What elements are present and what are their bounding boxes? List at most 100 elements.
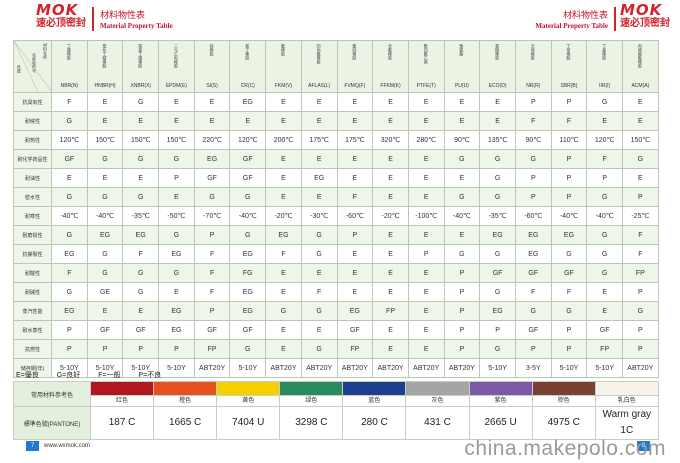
table-cell: E [372,282,409,302]
table-cell: E [336,92,374,112]
table-cell: G [265,301,302,321]
table-cell: E [300,263,338,283]
table-cell: -40℃ [229,206,267,226]
column-material-code: FFKM(K) [380,83,401,89]
table-cell: P [622,320,659,340]
table-cell: G [514,301,552,321]
corner-cell: 材料名称 名称和符号 性能 [13,40,52,93]
table-cell: P [550,92,588,112]
table-cell: FP [622,263,659,283]
color-swatch [594,381,659,396]
header-right: MOK 速必顶密封 材料物性表 Material Property Table [342,3,672,35]
table-cell: E [622,92,659,112]
table-cell: F [622,225,659,245]
table-row: 蒸汽性能 EG E E EG P EG G G EG FP E P EG G G E G [13,301,659,321]
table-cell: ABT20Y [300,358,338,378]
table-row: 密水性 G G G E G G E E F E E G G P P G P [13,187,659,207]
table-cell: -100℃ [407,206,445,226]
title-cn-right: 材料物性表 [562,10,608,20]
column-material-code: NBR(N) [60,83,79,89]
pantone-code: 280 C [342,406,407,440]
table-cell: -40℃ [586,206,623,226]
rating-legend: E=優良 G=良好 F=一般 P=不良 [16,370,177,380]
row-property-label: 耐酸性 [13,263,52,283]
color-name: 橙色 [153,395,218,407]
legend-good: G=良好 [56,372,81,379]
pantone-code: 431 C [405,406,470,440]
column-material-code: XNBR(X) [130,83,151,89]
logo-subtitle-right: 速必顶密封 [620,18,670,29]
table-cell: GF [122,320,160,340]
column-material-name: 丁腈橡胶 [66,44,72,60]
table-cell: G [622,149,659,169]
table-cell: E [265,320,302,340]
table-cell: E [407,320,445,340]
table-cell: E [300,149,338,169]
table-cell: G [586,225,623,245]
table-cell: E [586,111,623,131]
table-cell: G [300,339,338,359]
table-cell: G [586,187,623,207]
table-cell: E [372,168,409,188]
color-name: 蓝色 [342,395,407,407]
table-cell: P [550,187,588,207]
table-cell: E [86,92,124,112]
table-cell: GF [229,320,267,340]
column-header: 羧基丁腈橡胶 XNBR(X) [122,40,160,93]
table-cell: 320℃ [372,130,409,150]
table-cell: 120℃ [51,130,88,150]
row-property-label: 密水性 [13,187,52,207]
table-cell: E [122,168,160,188]
table-row: 抗燃性 P P P P FP G E G FP E E P G P P FP P [13,339,659,359]
color-swatch [279,381,344,396]
column-material-name: 丁基橡胶 [602,44,608,60]
table-cell: G [514,149,552,169]
table-cell: E [86,111,124,131]
table-cell: GF [550,263,588,283]
table-header: 材料名称 名称和符号 性能 丁腈橡胶 NBR(N) 氢化丁腈橡胶 HNBR(H) 羧基丁… [13,40,659,93]
table-cell: E [265,263,302,283]
table-cell: F [51,92,88,112]
table-cell: P [479,320,516,340]
column-material-code: FKM(V) [274,83,293,89]
column-material-name: 氢化丁腈橡胶 [102,44,108,68]
table-cell: P [51,320,88,340]
table-cell: 280℃ [407,130,445,150]
row-property-label: 耐化学药品性 [13,149,52,169]
table-cell: P [193,225,231,245]
table-cell: EG [158,320,195,340]
table-cell: P [193,301,231,321]
column-material-name: 丁苯橡胶 [566,44,572,60]
table-cell: GF [51,149,88,169]
title-en-right: Material Property Table [535,22,608,30]
table-cell: ABT20Y [336,358,374,378]
table-cell: G [51,225,88,245]
table-cell: EG [51,301,88,321]
table-cell: 120℃ [229,130,267,150]
table-cell: G [443,149,481,169]
table-cell: E [443,92,481,112]
table-cell: G [479,187,516,207]
color-name: 绿色 [279,395,344,407]
table-cell: E [265,149,302,169]
table-cell: -20℃ [265,206,302,226]
table-cell: 5-10Y [229,358,267,378]
table-cell: G [479,244,516,264]
pantone-code: 3298 C [279,406,344,440]
table-cell: E [336,263,374,283]
table-cell: P [550,168,588,188]
table-cell: E [407,149,445,169]
table-cell: P [550,149,588,169]
column-material-name: 四丙氟橡胶 [316,44,322,64]
column-header: 氟橡胶 FKM(V) [265,40,302,93]
header-divider [92,7,94,31]
table-cell: G [479,282,516,302]
table-cell: G [300,225,338,245]
table-cell: FP [193,339,231,359]
logo-mark-right: MOK [620,1,663,19]
table-cell: 200℃ [265,130,302,150]
column-header: 丁腈橡胶 NBR(N) [51,40,88,93]
watermark: china.makepolo.com [464,437,666,460]
table-cell: F [514,111,552,131]
column-material-code: IIR(I) [599,83,611,89]
